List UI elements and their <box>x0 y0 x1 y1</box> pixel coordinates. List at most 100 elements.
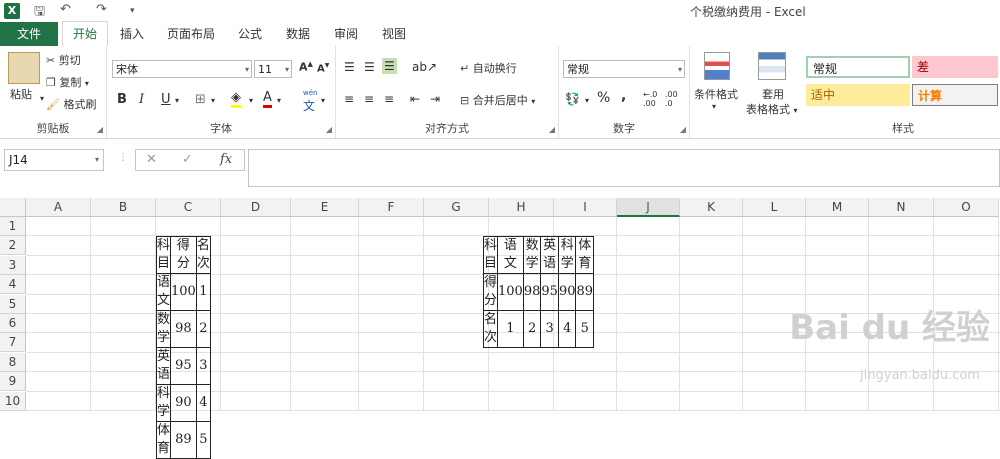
name-box[interactable]: J14 ▾ <box>4 149 104 171</box>
table-cell[interactable]: 名次 <box>195 236 211 274</box>
row-header[interactable]: 1 <box>0 217 26 236</box>
accounting-format-icon[interactable]: 💱 <box>565 92 580 106</box>
phonetic-button[interactable]: wén 文 <box>303 90 317 114</box>
orientation-icon[interactable]: ab↗ <box>412 60 437 74</box>
table-cell[interactable]: 得分 <box>170 236 197 274</box>
row-header[interactable]: 10 <box>0 391 26 411</box>
table-cell[interactable]: 89 <box>170 421 197 459</box>
copy-button[interactable]: ❐ 复制 ▾ <box>46 74 89 90</box>
align-top-icon[interactable]: ☰ <box>344 60 355 74</box>
column-header[interactable]: E <box>291 198 359 217</box>
formula-input[interactable] <box>248 149 1000 187</box>
italic-button[interactable]: I <box>139 92 144 107</box>
table-cell[interactable]: 90 <box>170 384 197 422</box>
number-format-select[interactable]: 常规 ▾ <box>563 60 685 78</box>
column-header[interactable]: H <box>489 198 554 217</box>
column-header[interactable]: N <box>869 198 934 217</box>
underline-button[interactable]: U <box>161 92 171 107</box>
table-cell[interactable]: 5 <box>575 310 595 348</box>
merge-center-button[interactable]: ⊟ 合并后居中 ▾ <box>460 92 535 108</box>
customize-qat-icon[interactable]: ▾ <box>130 6 135 16</box>
column-header[interactable]: J <box>617 198 680 217</box>
number-launcher-icon[interactable]: ◢ <box>680 125 686 134</box>
align-center-icon[interactable]: ≡ <box>364 92 374 106</box>
border-icon[interactable]: ⊞ <box>195 92 206 107</box>
row-header[interactable]: 4 <box>0 275 26 295</box>
table-cell[interactable]: 科学 <box>557 236 577 274</box>
font-color-button[interactable]: A <box>263 90 272 108</box>
increase-indent-icon[interactable]: ⇥ <box>430 92 440 106</box>
enter-icon[interactable]: ✓ <box>182 152 193 167</box>
table-cell[interactable]: 1 <box>195 273 211 311</box>
row-header[interactable]: 8 <box>0 352 26 372</box>
table-cell[interactable]: 4 <box>557 310 577 348</box>
align-bottom-icon[interactable]: ☰ <box>382 58 397 74</box>
phonetic-dropdown-icon[interactable]: ▾ <box>321 96 325 105</box>
tab-data[interactable]: 数据 <box>278 22 318 46</box>
table-cell[interactable]: 5 <box>195 421 211 459</box>
tab-home[interactable]: 开始 <box>62 21 108 47</box>
table-cell[interactable]: 3 <box>540 310 559 348</box>
row-header[interactable]: 2 <box>0 236 26 256</box>
paste-button[interactable]: 粘贴 <box>10 86 32 102</box>
percent-style-button[interactable]: % <box>597 90 610 106</box>
table-cell[interactable]: 1 <box>497 310 524 348</box>
table-cell[interactable]: 100 <box>170 273 197 311</box>
align-middle-icon[interactable]: ☰ <box>364 60 375 74</box>
undo-icon[interactable]: ↶ <box>60 2 71 17</box>
table-cell[interactable]: 科学 <box>155 384 172 422</box>
style-bad[interactable]: 差 <box>912 56 998 78</box>
row-header[interactable]: 9 <box>0 372 26 392</box>
row-header[interactable]: 3 <box>0 255 26 275</box>
table-cell[interactable]: 科目 <box>155 236 172 274</box>
tab-review[interactable]: 审阅 <box>326 22 366 46</box>
increase-decimal-button[interactable]: ←.0.00 <box>643 90 657 108</box>
cancel-icon[interactable]: ✕ <box>146 152 157 167</box>
table-cell[interactable]: 2 <box>522 310 542 348</box>
shrink-font-button[interactable]: A▼ <box>317 62 329 74</box>
tab-view[interactable]: 视图 <box>374 22 414 46</box>
table-cell[interactable]: 科目 <box>482 236 499 274</box>
table-cell[interactable]: 名次 <box>482 310 499 348</box>
alignment-launcher-icon[interactable]: ◢ <box>549 125 555 134</box>
table-cell[interactable]: 95 <box>170 347 197 385</box>
table-cell[interactable]: 体育 <box>155 421 172 459</box>
style-neutral[interactable]: 适中 <box>806 84 910 106</box>
column-header[interactable]: K <box>680 198 743 217</box>
table-cell[interactable]: 90 <box>557 273 577 311</box>
conditional-formatting-icon[interactable] <box>704 52 730 80</box>
table-cell[interactable]: 4 <box>195 384 211 422</box>
align-left-icon[interactable]: ≡ <box>344 92 354 106</box>
insert-function-icon[interactable]: fx <box>220 152 232 167</box>
select-all-corner[interactable] <box>0 198 26 217</box>
cut-button[interactable]: ✂ 剪切 <box>46 52 81 68</box>
save-icon[interactable]: 🖫 <box>34 2 45 24</box>
table-cell[interactable]: 英语 <box>155 347 172 385</box>
bold-button[interactable]: B <box>117 92 127 107</box>
table-cell[interactable]: 数学 <box>522 236 542 274</box>
tab-page-layout[interactable]: 页面布局 <box>160 22 222 46</box>
fill-color-dropdown-icon[interactable]: ▾ <box>249 96 253 105</box>
font-size-select[interactable]: 11 ▾ <box>254 60 292 78</box>
column-header[interactable]: C <box>156 198 221 217</box>
column-header[interactable]: I <box>554 198 617 217</box>
row-header[interactable]: 6 <box>0 314 26 333</box>
paste-dropdown-icon[interactable]: ▾ <box>40 94 44 103</box>
column-header[interactable]: L <box>743 198 806 217</box>
font-launcher-icon[interactable]: ◢ <box>326 125 332 134</box>
column-header[interactable]: B <box>91 198 156 217</box>
table-cell[interactable]: 98 <box>170 310 197 348</box>
accounting-dropdown-icon[interactable]: ▾ <box>585 96 589 105</box>
table-cell[interactable]: 98 <box>522 273 542 311</box>
table-cell[interactable]: 得分 <box>482 273 499 311</box>
table-cell[interactable]: 语文 <box>155 273 172 311</box>
font-name-select[interactable]: 宋体 ▾ <box>112 60 252 78</box>
table-cell[interactable]: 数学 <box>155 310 172 348</box>
table-cell[interactable]: 95 <box>540 273 559 311</box>
table-cell[interactable]: 英语 <box>540 236 559 274</box>
column-header[interactable]: D <box>221 198 291 217</box>
column-header[interactable]: O <box>934 198 999 217</box>
font-color-dropdown-icon[interactable]: ▾ <box>277 96 281 105</box>
border-dropdown-icon[interactable]: ▾ <box>211 96 215 105</box>
table-cell[interactable]: 89 <box>575 273 595 311</box>
